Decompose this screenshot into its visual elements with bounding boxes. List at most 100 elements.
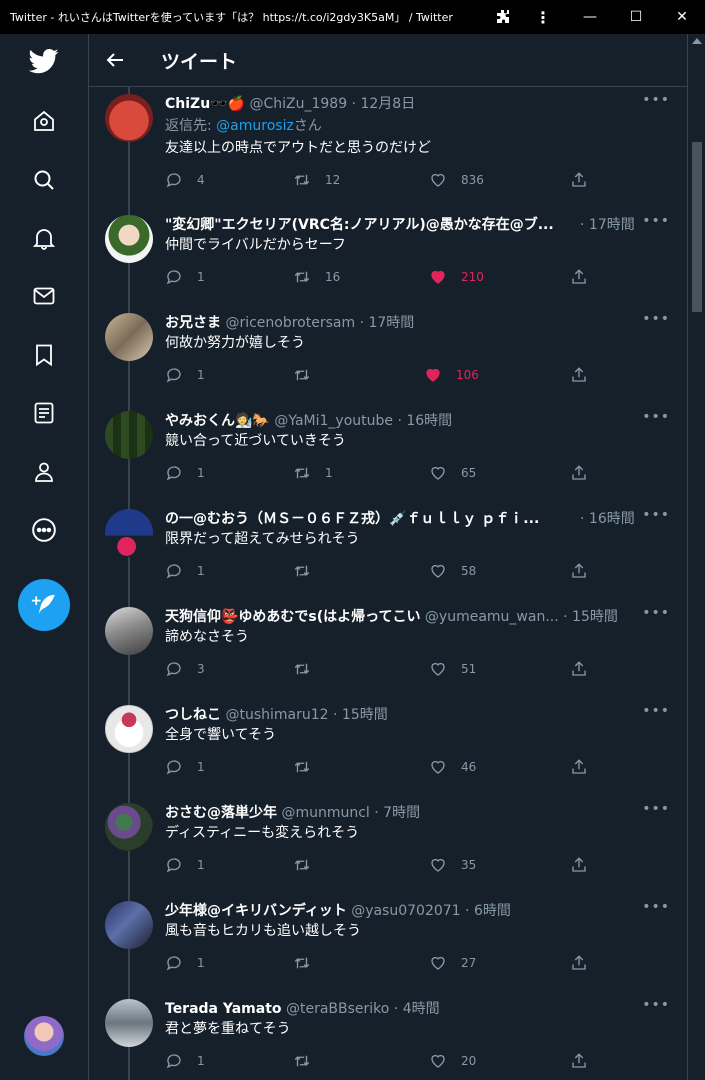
tweet-item[interactable]: Terada Yamato @teraBBseriko · 4時間 ••• 君と… [89, 995, 687, 1080]
tweet-time[interactable]: 15時間 [342, 707, 388, 723]
retweet-button[interactable] [293, 659, 325, 679]
user-avatar[interactable] [105, 901, 153, 949]
share-button[interactable] [570, 953, 588, 973]
display-name[interactable]: 少年様@イキリバンディット [165, 903, 347, 919]
tweet-item[interactable]: やみおくん🧑‍🔬🐎 @YaMi1_youtube · 16時間 ••• 競い合っ… [89, 407, 687, 505]
tweet-time[interactable]: 16時間 [406, 413, 452, 429]
like-button[interactable]: 35 [429, 855, 476, 875]
more-options-icon[interactable]: ••• [642, 311, 670, 327]
share-button[interactable] [570, 757, 588, 777]
retweet-button[interactable]: 16 [293, 267, 340, 287]
share-button[interactable] [570, 267, 588, 287]
lists-icon[interactable] [22, 391, 66, 435]
more-options-icon[interactable]: ••• [642, 605, 670, 621]
reply-button[interactable]: 1 [165, 1051, 205, 1071]
retweet-button[interactable] [293, 757, 325, 777]
like-button[interactable]: 20 [429, 1051, 476, 1071]
display-name[interactable]: つしねこ [165, 707, 221, 723]
scrollbar-thumb[interactable] [692, 142, 702, 312]
user-handle[interactable]: @YaMi1_youtube [274, 413, 393, 429]
tweet-time[interactable]: 17時間 [368, 315, 414, 331]
display-name[interactable]: Terada Yamato [165, 1001, 282, 1017]
share-button[interactable] [570, 855, 588, 875]
search-icon[interactable] [22, 158, 66, 202]
reply-button[interactable]: 3 [165, 659, 205, 679]
close-button[interactable]: ✕ [659, 0, 705, 34]
retweet-button[interactable] [293, 855, 325, 875]
tweet-item[interactable]: 少年様@イキリバンディット @yasu0702071 · 6時間 ••• 風も音… [89, 897, 687, 995]
display-name[interactable]: の一@むおう（ＭＳ－０６ＦＺ戎）💉ｆｕｌｌｙ ｐｆｉ... [165, 511, 539, 527]
like-button[interactable]: 51 [429, 659, 476, 679]
menu-kebab-icon[interactable]: ⋮ [526, 0, 560, 34]
reply-button[interactable]: 1 [165, 365, 205, 385]
display-name[interactable]: やみおくん🧑‍🔬🐎 [165, 413, 270, 429]
user-avatar[interactable] [105, 411, 153, 459]
tweet-item[interactable]: "変幻卿"エクセリア(VRC名:ノアリアル)@愚かな存在@ブ... · 17時間… [89, 211, 687, 309]
user-handle[interactable]: @tushimaru12 [225, 707, 328, 723]
user-handle[interactable]: @ricenobrotersam [225, 315, 355, 331]
extensions-icon[interactable] [486, 0, 520, 34]
user-avatar[interactable] [105, 999, 153, 1047]
user-avatar[interactable] [105, 705, 153, 753]
tweet-item[interactable]: つしねこ @tushimaru12 · 15時間 ••• 全身で響いてそう 1 … [89, 701, 687, 799]
reply-button[interactable]: 1 [165, 757, 205, 777]
user-avatar[interactable] [105, 313, 153, 361]
share-button[interactable] [570, 365, 588, 385]
display-name[interactable]: 天狗信仰👺ゆめあむでs(はよ帰ってこい [165, 609, 420, 625]
tweet-item[interactable]: お兄さま @ricenobrotersam · 17時間 ••• 何故か努力が嬉… [89, 309, 687, 407]
more-options-icon[interactable]: ••• [642, 92, 670, 108]
user-handle[interactable]: @teraBBseriko [286, 1001, 389, 1017]
retweet-button[interactable] [293, 561, 325, 581]
reply-button[interactable]: 1 [165, 267, 205, 287]
reply-button[interactable]: 1 [165, 463, 205, 483]
tweet-time[interactable]: 7時間 [383, 805, 420, 821]
tweet-time[interactable]: 6時間 [474, 903, 511, 919]
share-button[interactable] [570, 561, 588, 581]
user-avatar[interactable] [105, 803, 153, 851]
user-handle[interactable]: @munmuncl [281, 805, 369, 821]
account-avatar[interactable] [24, 1016, 64, 1056]
more-options-icon[interactable]: ••• [642, 703, 670, 719]
display-name[interactable]: おさむ@落単少年 [165, 805, 277, 821]
scroll-up-arrow-icon[interactable] [692, 38, 702, 44]
tweet-item[interactable]: 天狗信仰👺ゆめあむでs(はよ帰ってこい @yumeamu_wan... · 15… [89, 603, 687, 701]
minimize-button[interactable]: — [567, 0, 613, 34]
share-button[interactable] [570, 659, 588, 679]
like-button[interactable]: 46 [429, 757, 476, 777]
like-button[interactable]: 836 [429, 170, 484, 190]
user-avatar[interactable] [105, 509, 153, 557]
tweet-time[interactable]: 4時間 [403, 1001, 440, 1017]
retweet-button[interactable]: 12 [293, 170, 340, 190]
tweet-item[interactable]: の一@むおう（ＭＳ－０６ＦＺ戎）💉ｆｕｌｌｙ ｐｆｉ... · 16時間 •••… [89, 505, 687, 603]
retweet-button[interactable] [293, 1051, 325, 1071]
messages-icon[interactable] [22, 274, 66, 318]
home-icon[interactable] [22, 99, 66, 143]
like-button[interactable]: 65 [429, 463, 476, 483]
tweet-time[interactable]: 12月8日 [360, 96, 415, 112]
maximize-button[interactable]: ☐ [613, 0, 659, 34]
user-handle[interactable]: @ChiZu_1989 [249, 96, 347, 112]
back-arrow-icon[interactable] [103, 48, 127, 72]
reply-button[interactable]: 1 [165, 855, 205, 875]
like-button[interactable]: 106 [424, 365, 479, 385]
tweet-item[interactable]: おさむ@落単少年 @munmuncl · 7時間 ••• ディスティニーも変えら… [89, 799, 687, 897]
more-options-icon[interactable]: ••• [642, 409, 670, 425]
more-options-icon[interactable]: ••• [642, 899, 670, 915]
user-avatar[interactable] [105, 607, 153, 655]
more-options-icon[interactable]: ••• [642, 507, 670, 523]
twitter-logo-icon[interactable] [22, 39, 66, 83]
display-name[interactable]: お兄さま [165, 315, 221, 331]
display-name[interactable]: ChiZu🕶️🍎 [165, 96, 245, 112]
reply-button[interactable]: 4 [165, 170, 205, 190]
reply-to-link[interactable]: @amurosiz [216, 118, 294, 134]
display-name[interactable]: "変幻卿"エクセリア(VRC名:ノアリアル)@愚かな存在@ブ... [165, 217, 554, 233]
reply-button[interactable]: 1 [165, 953, 205, 973]
scrollbar[interactable] [688, 34, 705, 1080]
bookmarks-icon[interactable] [22, 333, 66, 377]
notifications-icon[interactable] [22, 216, 66, 260]
retweet-button[interactable]: 1 [293, 463, 333, 483]
share-button[interactable] [570, 1051, 588, 1071]
more-options-icon[interactable]: ••• [642, 213, 670, 229]
user-avatar[interactable] [105, 215, 153, 263]
tweet-time[interactable]: 15時間 [572, 609, 618, 625]
